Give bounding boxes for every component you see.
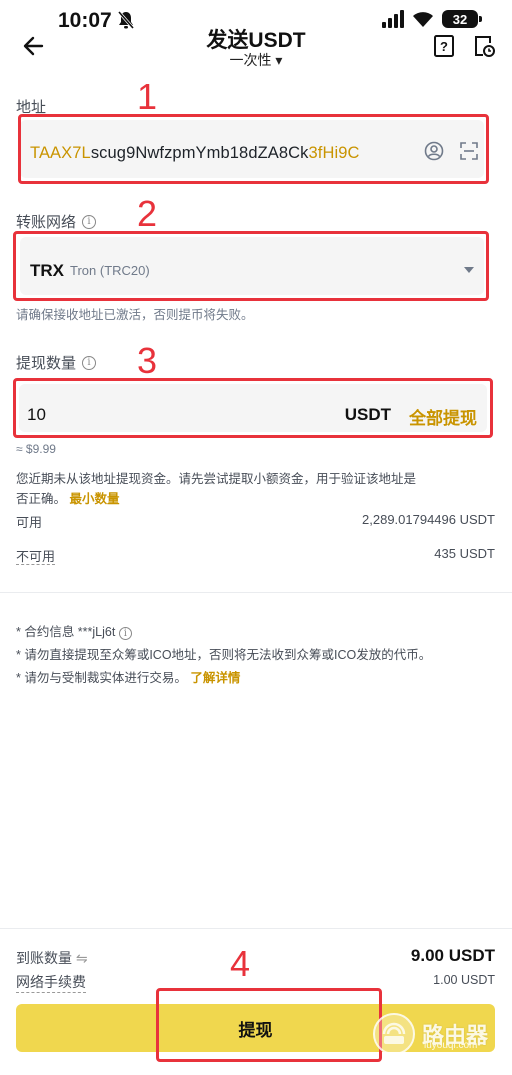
min-amount-link[interactable]: 最小数量 xyxy=(70,492,120,506)
address-book-icon[interactable] xyxy=(424,141,444,161)
address-value: TAAX7Lscug9NwfzpmYmb18dZA8Ck3fHi9C xyxy=(30,144,360,162)
unavailable-row: 不可用 435 USDT xyxy=(16,546,495,565)
help-icon[interactable]: ? xyxy=(432,34,456,58)
divider xyxy=(0,592,512,593)
header: 发送USDT 一次性 ▾ ? xyxy=(0,20,512,70)
sanction-warning: * 请勿与受制裁实体进行交易。 了解详情 xyxy=(16,671,241,685)
scan-icon[interactable] xyxy=(460,142,478,160)
received-value: 9.00 USDT xyxy=(410,946,495,965)
address-label: 地址 xyxy=(16,99,47,116)
available-row: 可用 2,289.01794496 USDT xyxy=(16,512,495,530)
amount-value: 10 xyxy=(27,405,46,424)
swap-icon[interactable]: ⇋ xyxy=(76,950,88,966)
annotation-number-3: 3 xyxy=(137,340,158,381)
divider xyxy=(0,928,512,929)
router-logo-icon xyxy=(373,1013,415,1055)
contract-info: * 合约信息 ***jLj6t i xyxy=(16,621,132,640)
withdraw-all-button[interactable]: 全部提现 xyxy=(409,404,477,429)
fee-label[interactable]: 网络手续费 xyxy=(16,972,86,993)
svg-text:?: ? xyxy=(440,39,448,54)
dropdown-caret-icon xyxy=(464,267,474,273)
network-label: 转账网络 i xyxy=(16,211,97,232)
info-icon[interactable]: i xyxy=(82,214,97,229)
unavailable-label[interactable]: 不可用 xyxy=(16,549,56,565)
learn-more-link[interactable]: 了解详情 xyxy=(190,671,240,685)
notice-line-1: 您近期未从该地址提现资金。请先尝试提取小额资金，用于验证该地址是 xyxy=(16,472,417,486)
received-label: 到账数量 ⇋ xyxy=(16,950,88,966)
amount-approx: ≈ $9.99 xyxy=(16,442,56,456)
watermark-sub: luyouqi.com xyxy=(424,1040,478,1051)
fee-value: 1.00 USDT xyxy=(433,973,495,987)
network-select[interactable]: TRX Tron (TRC20) xyxy=(20,237,484,295)
network-hint: 请确保接收地址已激活，否则提币将失败。 xyxy=(16,308,254,322)
annotation-number-1: 1 xyxy=(137,76,158,117)
annotation-number-2: 2 xyxy=(137,193,158,234)
ico-warning: * 请勿直接提现至众筹或ICO地址，否则将无法收到众筹或ICO发放的代币。 xyxy=(16,648,432,662)
network-desc: Tron (TRC20) xyxy=(70,263,150,278)
amount-label: 提现数量 i xyxy=(16,352,97,373)
info-icon[interactable]: i xyxy=(118,627,132,640)
watermark: 路由器 luyouqi.com xyxy=(372,1012,488,1056)
amount-unit: USDT xyxy=(344,405,391,424)
address-input[interactable]: TAAX7Lscug9NwfzpmYmb18dZA8Ck3fHi9C xyxy=(20,120,484,178)
annotation-number-4: 4 xyxy=(230,943,251,984)
history-icon[interactable] xyxy=(472,34,496,58)
info-icon[interactable]: i xyxy=(82,355,97,370)
network-selected: TRX xyxy=(30,261,64,280)
amount-input[interactable]: 10 USDT 全部提现 xyxy=(19,384,487,432)
notice-line-2: 否正确。 最小数量 xyxy=(16,492,120,506)
